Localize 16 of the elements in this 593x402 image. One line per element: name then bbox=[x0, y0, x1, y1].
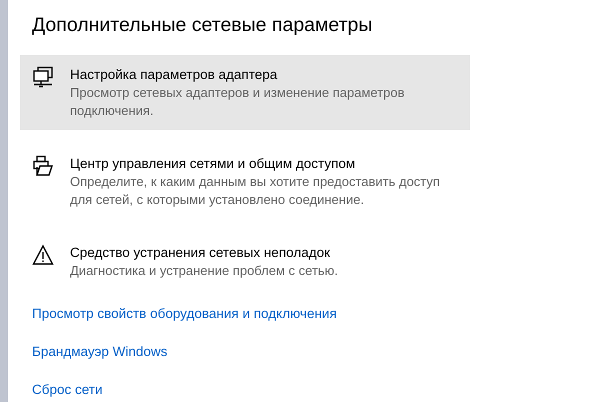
settings-item[interactable]: Центр управления сетями и общим доступом Определите, к каким данным вы хотите предоставить доступ для сетей, с которыми установлено соединение. bbox=[20, 144, 470, 219]
settings-link[interactable]: Брандмауэр Windows bbox=[32, 342, 168, 361]
item-description: Определите, к каким данным вы хотите предоставить доступ для сетей, с которыми установлено соединение. bbox=[70, 173, 441, 209]
item-title: Настройка параметров адаптера bbox=[70, 66, 278, 84]
item-title: Центр управления сетями и общим доступом bbox=[70, 155, 356, 173]
printer-folder-icon bbox=[32, 155, 54, 177]
settings-link[interactable]: Просмотр свойств оборудования и подключения bbox=[32, 304, 337, 323]
page-title: Дополнительные сетевые параметры bbox=[32, 13, 374, 38]
computer-network-icon bbox=[32, 66, 54, 88]
settings-item[interactable]: Средство устранения сетевых неполадок Диагностика и устранение проблем с сетью. bbox=[20, 233, 470, 290]
warning-icon bbox=[32, 244, 54, 266]
settings-link[interactable]: Сброс сети bbox=[32, 380, 103, 399]
item-description: Диагностика и устранение проблем с сетью. bbox=[70, 262, 340, 280]
settings-item[interactable]: Настройка параметров адаптера Просмотр сетевых адаптеров и изменение параметров подключения. bbox=[20, 55, 470, 130]
item-description: Просмотр сетевых адаптеров и изменение параметров подключения. bbox=[70, 84, 406, 120]
item-title: Средство устранения сетевых неполадок bbox=[70, 244, 332, 262]
